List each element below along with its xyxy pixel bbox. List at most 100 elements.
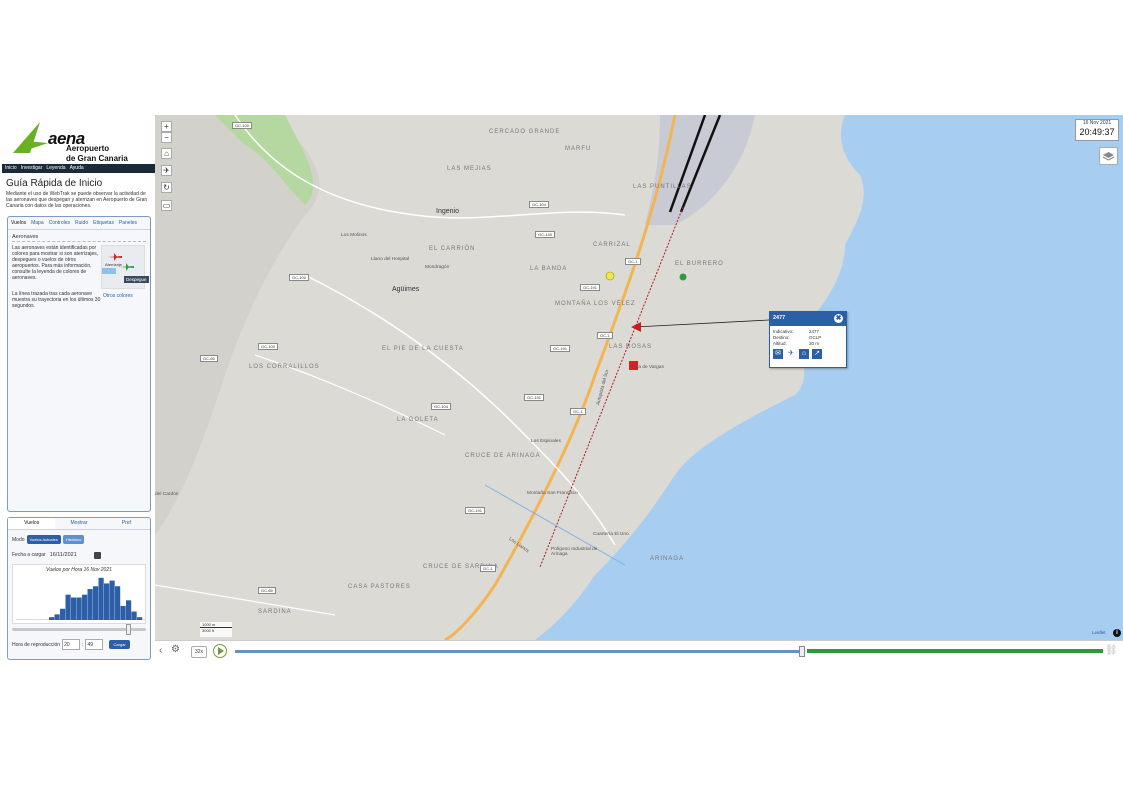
locality-label: Los Molinos (341, 233, 367, 238)
aircraft-icons (102, 253, 134, 274)
hour-bar (16, 619, 22, 620)
road-label: GC-191 (550, 345, 571, 352)
road-gc191 (304, 274, 616, 546)
info-icon[interactable]: i (1113, 629, 1121, 637)
minute-input[interactable] (85, 639, 104, 650)
road-label: GC-140 (535, 231, 556, 238)
road-label: GC-100 (289, 274, 310, 281)
settings-icon[interactable]: ⚙ (171, 644, 180, 655)
tab-flights[interactable]: Vuelos (8, 518, 56, 529)
place-label: LA BANDA (530, 266, 568, 272)
nav-leyenda[interactable]: Leyenda (46, 164, 65, 173)
info-panel: Vuelos Mapa Controles Ruido Etiquetas Pa… (7, 216, 151, 512)
play-button[interactable] (213, 644, 227, 658)
hour-bar (71, 597, 77, 620)
flights-panel-tabs: Vuelos Mostrar Pref (8, 518, 150, 530)
popup-flight-id: 2477 (773, 315, 786, 321)
locality-label: del Cardón (155, 492, 179, 497)
hour-bar (87, 589, 93, 620)
nav-inicio[interactable]: Inicio (5, 164, 17, 173)
mode-row: Modo Vuelos Actuales Histórico (12, 535, 85, 544)
road-label: GC-100 (232, 122, 253, 129)
info-panel-tabs: Vuelos Mapa Controles Ruido Etiquetas Pa… (8, 217, 150, 230)
popup-title: 2477 ✖ (770, 312, 846, 326)
chart-icon[interactable]: ↗ (812, 349, 822, 359)
date-label: Fecha a cargar (12, 552, 46, 558)
locality-label: Polígono Industrial de Arinaga (551, 547, 598, 557)
home-icon[interactable]: ⌂ (161, 148, 172, 159)
tab-pref[interactable]: Pref (103, 518, 150, 529)
sidebar: aena Aeropuerto de Gran Canaria Inicio I… (0, 115, 156, 662)
hour-bar (126, 600, 132, 620)
popup-actions: ✉ ✈ ⌂ ↗ (770, 349, 846, 359)
zoom-out-button[interactable]: − (161, 132, 172, 143)
hour-bar (137, 617, 143, 620)
road-label: GC-65 (200, 355, 218, 362)
close-icon[interactable]: ✖ (834, 314, 843, 323)
other-colors-link[interactable]: Otros colores (103, 293, 133, 299)
chevron-left-icon[interactable]: ‹ (159, 645, 162, 656)
tab-paneles[interactable]: Paneles (119, 220, 137, 226)
tab-mapa[interactable]: Mapa (31, 220, 44, 226)
flights-per-hour-chart: Vuelos por Hora 16 Nov 2021 (12, 564, 146, 624)
airport-icon[interactable]: ✈ (161, 165, 172, 176)
home-icon[interactable]: ⌂ (799, 349, 809, 359)
place-label: LAS ROSAS (609, 344, 653, 350)
place-label: CASA PASTORES (348, 584, 411, 590)
timeline-thumb[interactable] (799, 646, 805, 657)
current-date: 16 Nov 2021 (1082, 120, 1112, 126)
hour-bar (76, 597, 82, 620)
live-flights-button[interactable]: Vuelos Actuales (26, 535, 61, 544)
link-icon[interactable]: ⛓ (1105, 645, 1118, 656)
place-label: CRUCE DE ARINAGA (465, 453, 541, 459)
map-canvas (155, 115, 1123, 640)
road-label: GC-65 (258, 587, 276, 594)
place-label: ARINAGA (650, 556, 685, 562)
layers-glyph (1102, 152, 1115, 161)
layers-icon[interactable] (1099, 147, 1118, 165)
history-button[interactable]: Histórico (62, 535, 85, 544)
speed-button[interactable]: 32x (191, 646, 207, 658)
takeoff-badge: Despegue (124, 276, 149, 283)
section-divider (12, 241, 146, 242)
hour-bar (60, 608, 66, 620)
tab-ruido[interactable]: Ruido (75, 220, 88, 226)
road-label: GC-104 (529, 201, 550, 208)
print-icon[interactable]: ▭ (161, 200, 172, 211)
red-plane-icon (108, 253, 122, 261)
flights-panel: Vuelos Mostrar Pref Modo Vuelos Actuales… (7, 517, 151, 660)
nav-investigar[interactable]: Investigar (21, 164, 43, 173)
hour-input[interactable] (62, 639, 81, 650)
zoom-in-button[interactable]: + (161, 121, 172, 132)
popup-leader (634, 319, 770, 328)
timeline-played[interactable] (235, 650, 803, 653)
locality-label: Playa de Vargas (629, 365, 664, 370)
time-slider-thumb[interactable] (126, 624, 131, 635)
hour-bar (115, 586, 121, 620)
road-label: GC-100 (258, 343, 279, 350)
locality-label: Mondragón (425, 265, 450, 270)
logo-airport-line2: de Gran Canaria (66, 154, 128, 163)
timeline-loaded[interactable] (807, 649, 1103, 653)
nav-ayuda[interactable]: Ayuda (70, 164, 84, 173)
plane-icon[interactable]: ✈ (786, 349, 796, 359)
road-label: GC-104 (431, 403, 452, 410)
playback-time-label: Hora de reproducción (12, 641, 61, 648)
tab-vuelos[interactable]: Vuelos (11, 220, 26, 226)
time-separator: : (82, 641, 84, 648)
popup-value: 30 m (809, 341, 820, 346)
date-input[interactable] (49, 551, 90, 559)
tab-etiquetas[interactable]: Etiquetas (93, 220, 114, 226)
tab-show[interactable]: Mostrar (55, 518, 102, 529)
tab-controles[interactable]: Controles (49, 220, 70, 226)
comment-icon[interactable]: ✉ (773, 349, 783, 359)
noise-monitor-green (679, 273, 687, 281)
top-nav: Inicio Investigar Leyenda Ayuda (2, 164, 156, 173)
load-button[interactable]: Cargar (109, 640, 130, 649)
hour-bar (82, 594, 88, 620)
attribution-link[interactable]: Leaflet (1092, 630, 1106, 635)
map-view[interactable]: CERCADO GRANDE MARFU LAS MEJIAS LAS PUNT… (155, 115, 1123, 640)
refresh-icon[interactable]: ↻ (161, 182, 172, 193)
calendar-icon[interactable] (93, 551, 101, 559)
hour-bar (142, 619, 145, 620)
